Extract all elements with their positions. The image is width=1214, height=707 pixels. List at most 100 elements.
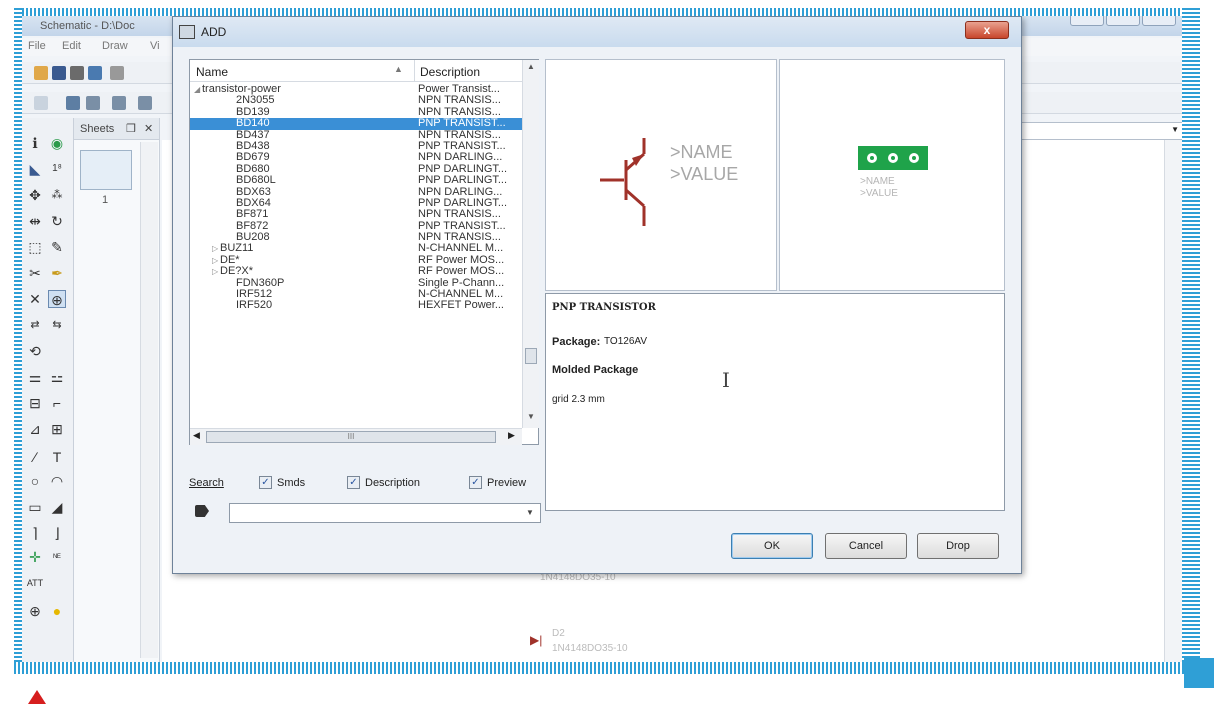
change-icon[interactable]: ✎ — [48, 238, 66, 256]
save-icon[interactable] — [52, 66, 66, 80]
text-icon[interactable]: T — [48, 448, 66, 466]
move-icon[interactable]: ✥ — [26, 186, 44, 204]
label-icon[interactable]: ᴺᴱ — [48, 548, 66, 566]
mark-icon[interactable]: 1⁸ — [48, 160, 66, 178]
parts-list[interactable]: Name ▲ Description ◢ transistor-power Powe… — [189, 59, 539, 445]
scroll-thumb[interactable] — [525, 348, 537, 364]
preview-checkbox[interactable]: ✓ — [469, 476, 482, 489]
zoom-fit-icon[interactable] — [86, 96, 100, 110]
scroll-down-icon[interactable]: ▼ — [523, 412, 539, 426]
chevron-down-icon: ▼ — [1171, 125, 1179, 134]
open-icon[interactable] — [34, 66, 48, 80]
smds-label[interactable]: Smds — [277, 477, 305, 489]
menu-file[interactable]: File — [28, 40, 46, 52]
ok-button[interactable]: OK — [731, 533, 813, 559]
smash-icon[interactable]: ⊟ — [26, 394, 44, 412]
cancel-button[interactable]: Cancel — [825, 533, 907, 559]
cam-icon[interactable] — [88, 66, 102, 80]
circle-icon[interactable]: ○ — [26, 472, 44, 490]
scroll-left-icon[interactable]: ◀ — [193, 430, 200, 441]
sheet-thumbnail[interactable] — [80, 150, 132, 190]
gateswap-icon[interactable]: ⇆ — [48, 316, 66, 334]
rect-icon[interactable]: ▭ — [26, 498, 44, 516]
description-checkbox[interactable]: ✓ — [347, 476, 360, 489]
expand-icon[interactable]: ▷ — [212, 255, 218, 266]
package-name-text: >NAME — [860, 176, 895, 187]
rotate-icon[interactable]: ↻ — [48, 212, 66, 230]
chevron-down-icon[interactable]: ▼ — [526, 508, 534, 517]
name-icon[interactable]: ⊞ — [48, 420, 66, 438]
column-header-name[interactable]: Name — [196, 65, 228, 79]
smds-checkbox[interactable]: ✓ — [259, 476, 272, 489]
grid-icon[interactable] — [66, 96, 80, 110]
junction-icon[interactable]: ✛ — [26, 548, 44, 566]
show-icon[interactable]: ◉ — [48, 134, 66, 152]
preview-label[interactable]: Preview — [487, 477, 526, 489]
search-input[interactable]: ▼ — [229, 503, 541, 523]
wire-pen-icon[interactable]: ✒ — [48, 264, 66, 282]
close-icon[interactable]: ✕ — [144, 118, 153, 140]
dialog-titlebar[interactable] — [173, 17, 1021, 47]
menu-view[interactable]: Vi — [150, 40, 160, 52]
display-icon[interactable]: ◣ — [26, 160, 44, 178]
list-row[interactable]: BF871 NPN TRANSIS... — [190, 208, 522, 221]
bus-icon[interactable]: ⌉ — [26, 524, 44, 542]
pinswap-icon[interactable]: ⇄ — [26, 316, 44, 334]
info-icon[interactable]: ℹ — [26, 134, 44, 152]
package-value-text: >VALUE — [860, 188, 898, 199]
list-row[interactable]: ▷ DE?X* RF Power MOS... — [190, 265, 522, 278]
delete-icon[interactable]: ✕ — [26, 290, 44, 308]
polygon-icon[interactable]: ◢ — [48, 498, 66, 516]
canvas-combo[interactable]: ▼ — [1020, 122, 1184, 140]
expand-icon[interactable]: ▷ — [212, 266, 218, 277]
main-window-title: Schematic - D:\Doc — [40, 20, 135, 32]
net-icon[interactable]: ⌋ — [48, 524, 66, 542]
row-name: BF871 — [236, 208, 269, 221]
menu-edit[interactable]: Edit — [62, 40, 81, 52]
layer-icon[interactable] — [34, 96, 48, 110]
paste-icon[interactable]: ✂ — [26, 264, 44, 282]
search-icon — [195, 505, 209, 517]
scroll-right-icon[interactable]: ▶ — [508, 430, 515, 441]
miter-icon[interactable]: ⌐ — [48, 394, 66, 412]
column-header-description[interactable]: Description — [420, 65, 480, 79]
arc-icon[interactable]: ◠ — [48, 472, 66, 490]
split-icon[interactable]: ⚌ — [26, 368, 44, 386]
frame-ruler-left — [14, 8, 22, 672]
drop-button[interactable]: Drop — [917, 533, 999, 559]
zoom-in-icon[interactable] — [112, 96, 126, 110]
print-icon[interactable] — [70, 66, 84, 80]
sheets-scrollbar[interactable] — [140, 142, 158, 658]
dialog-close-button[interactable]: x — [965, 21, 1009, 39]
row-description: Power Transist... — [418, 84, 500, 95]
description-label[interactable]: Description — [365, 477, 420, 489]
zoom-out-icon[interactable] — [138, 96, 152, 110]
column-divider[interactable] — [414, 60, 415, 82]
attribute-icon[interactable]: ATT — [26, 574, 44, 592]
add-part-icon[interactable]: ⊕ — [48, 290, 66, 308]
invoke-icon[interactable]: ⚍ — [48, 368, 66, 386]
row-description: RF Power MOS... — [418, 266, 505, 278]
hscroll-thumb[interactable]: III — [206, 431, 496, 443]
replace-icon[interactable]: ⟲ — [26, 342, 44, 360]
pin-icon[interactable]: ❒ — [126, 118, 136, 140]
list-vertical-scrollbar[interactable]: ▲ ▼ — [522, 60, 539, 428]
menu-draw[interactable]: Draw — [102, 40, 128, 52]
diode-icon: ▶| — [530, 633, 543, 647]
list-row[interactable]: BD140 PNP TRANSIST... — [190, 117, 522, 130]
scroll-up-icon[interactable]: ▲ — [523, 62, 539, 76]
list-horizontal-scrollbar[interactable]: ◀ III ▶ — [190, 428, 522, 445]
erc-icon[interactable]: ⊕ — [26, 602, 44, 620]
value-icon[interactable]: ⊿ — [26, 420, 44, 438]
errors-icon[interactable]: ● — [48, 602, 66, 620]
expand-icon[interactable]: ▷ — [212, 243, 218, 254]
line-icon[interactable]: ∕ — [26, 448, 44, 466]
collapse-icon[interactable]: ◢ — [194, 84, 200, 95]
list-row[interactable]: BD680L PNP DARLINGT... — [190, 174, 522, 186]
mirror-icon[interactable]: ⇹ — [26, 212, 44, 230]
list-row[interactable]: IRF520 HEXFET Power... — [190, 300, 522, 312]
copy-icon[interactable]: ⁂ — [48, 186, 66, 204]
canvas-scrollbar[interactable] — [1164, 140, 1182, 662]
board-icon[interactable] — [110, 66, 124, 80]
group-icon[interactable]: ⬚ — [26, 238, 44, 256]
